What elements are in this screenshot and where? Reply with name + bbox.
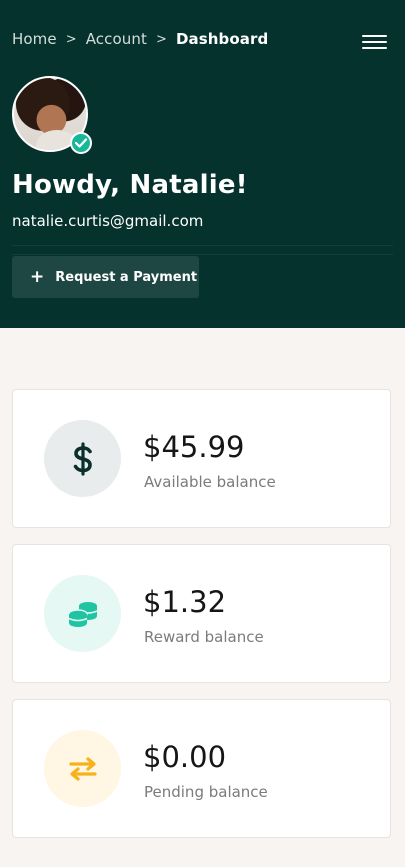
breadcrumb: Home > Account > Dashboard (12, 30, 268, 48)
plus-icon: + (30, 266, 45, 287)
balance-card-pending[interactable]: $0.00 Pending balance (12, 699, 391, 838)
pending-balance-label: Pending balance (144, 783, 268, 801)
pending-balance-amount: $0.00 (143, 740, 227, 774)
check-badge-icon (70, 132, 92, 154)
request-payment-button[interactable]: + Request a Payment (12, 256, 199, 298)
coins-icon (44, 575, 121, 652)
header-divider (12, 245, 393, 255)
dashboard-header: Home > Account > Dashboard Howdy, Natali… (0, 0, 405, 328)
hamburger-menu-icon[interactable] (362, 35, 387, 49)
avatar[interactable] (12, 76, 92, 154)
breadcrumb-account[interactable]: Account (86, 30, 147, 48)
greeting-title: Howdy, Natalie! (12, 170, 248, 200)
reward-balance-amount: $1.32 (143, 585, 227, 619)
reward-balance-label: Reward balance (144, 628, 264, 646)
balance-card-available[interactable]: $45.99 Available balance (12, 389, 391, 528)
request-payment-label: Request a Payment (55, 269, 198, 285)
breadcrumb-separator: > (155, 31, 167, 47)
available-balance-amount: $45.99 (143, 430, 245, 464)
breadcrumb-home[interactable]: Home (12, 30, 57, 48)
user-email: natalie.curtis@gmail.com (12, 212, 204, 230)
breadcrumb-dashboard: Dashboard (175, 30, 269, 48)
balance-cards: $45.99 Available balance $1.32 Reward ba… (12, 389, 391, 854)
balance-card-reward[interactable]: $1.32 Reward balance (12, 544, 391, 683)
available-balance-label: Available balance (144, 473, 276, 491)
dollar-icon (44, 420, 121, 497)
transfer-arrows-icon (44, 730, 121, 807)
breadcrumb-separator: > (65, 31, 77, 47)
